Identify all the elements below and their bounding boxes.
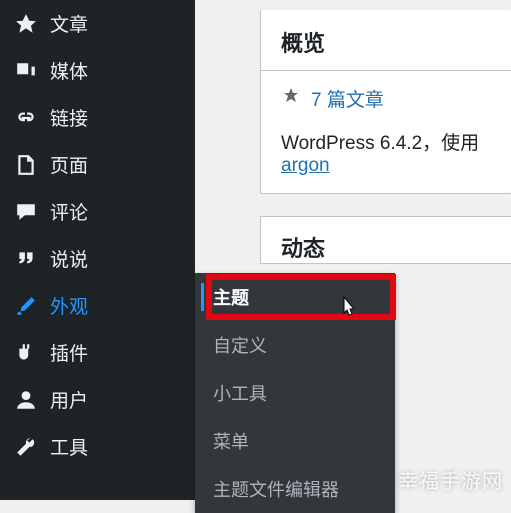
sidebar-item-media[interactable]: 媒体: [0, 47, 195, 94]
sidebar-label: 页面: [50, 151, 88, 178]
sidebar-label: 插件: [50, 339, 88, 366]
sidebar-item-pages[interactable]: 页面: [0, 141, 195, 188]
tool-icon: [14, 435, 38, 459]
divider: [261, 70, 511, 71]
version-prefix: WordPress 6.4.2，使用: [281, 133, 479, 154]
sidebar-label: 说说: [50, 245, 88, 272]
pin-icon: [281, 86, 301, 112]
dashboard-activity-widget: 动态: [260, 216, 511, 264]
watermark-text: 幸福手游网: [398, 465, 503, 494]
sidebar-item-links[interactable]: 链接: [0, 94, 195, 141]
sidebar-item-shuoshuo[interactable]: 说说: [0, 235, 195, 282]
sidebar-label: 用户: [50, 386, 88, 413]
sidebar-item-plugins[interactable]: 插件: [0, 329, 195, 376]
sidebar-label: 文章: [50, 10, 88, 37]
theme-name-link[interactable]: argon: [281, 155, 330, 176]
plugin-icon: [14, 341, 38, 365]
posts-count-link[interactable]: 7 篇文章: [311, 85, 384, 112]
wp-version-text: WordPress 6.4.2，使用 argon: [281, 128, 491, 177]
quote-icon: [14, 247, 38, 271]
comment-icon: [14, 200, 38, 224]
dashboard-overview-widget: 概览 7 篇文章 WordPress 6.4.2，使用 argon: [260, 10, 511, 194]
sidebar-item-posts[interactable]: 文章: [0, 0, 195, 47]
sidebar-item-tools[interactable]: 工具: [0, 423, 195, 470]
overview-row: 7 篇文章: [281, 85, 491, 112]
pin-icon: [14, 12, 38, 36]
sidebar-item-comments[interactable]: 评论: [0, 188, 195, 235]
sidebar-label: 外观: [50, 292, 88, 319]
activity-heading: 动态: [281, 231, 491, 263]
sidebar-label: 工具: [50, 433, 88, 460]
sidebar-item-users[interactable]: 用户: [0, 376, 195, 423]
user-icon: [14, 388, 38, 412]
sidebar-label: 媒体: [50, 57, 88, 84]
admin-sidebar: 文章 媒体 链接 页面 评论 说说 外观: [0, 0, 195, 500]
sidebar-label: 链接: [50, 104, 88, 131]
main-content: 概览 7 篇文章 WordPress 6.4.2，使用 argon 动态: [240, 0, 511, 500]
sidebar-label: 评论: [50, 198, 88, 225]
link-icon: [14, 106, 38, 130]
brush-icon: [14, 294, 38, 318]
page-icon: [14, 153, 38, 177]
overview-heading: 概览: [281, 26, 491, 58]
media-icon: [14, 59, 38, 83]
sidebar-item-appearance[interactable]: 外观: [0, 282, 195, 329]
